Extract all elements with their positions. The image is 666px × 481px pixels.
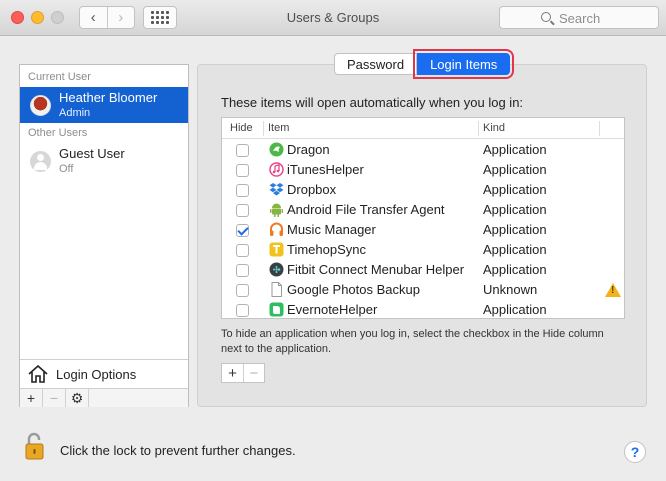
login-items-intro: These items will open automatically when… — [221, 95, 524, 110]
column-item[interactable]: Item — [268, 122, 289, 134]
search-placeholder: Search — [559, 11, 601, 26]
guest-avatar-icon — [30, 151, 51, 172]
dragon-icon — [269, 142, 284, 157]
item-name: Music Manager — [287, 222, 376, 237]
item-name: TimehopSync — [287, 242, 366, 257]
current-user-header: Current User — [28, 71, 91, 83]
lock-icon[interactable] — [24, 432, 46, 460]
search-icon — [541, 12, 551, 22]
add-user-button[interactable]: + — [20, 389, 43, 407]
user-name: Heather Bloomer — [59, 90, 158, 105]
warning-icon — [605, 283, 621, 297]
android-icon — [270, 203, 283, 217]
other-users-header: Other Users — [28, 127, 88, 139]
item-name: EvernoteHelper — [287, 302, 378, 317]
item-kind: Application — [483, 202, 547, 217]
table-row[interactable]: iTunesHelper Application — [222, 160, 624, 180]
hide-checkbox[interactable] — [236, 264, 249, 277]
item-kind: Application — [483, 222, 547, 237]
hide-instructions: To hide an application when you log in, … — [221, 328, 604, 355]
hide-checkbox[interactable] — [236, 284, 249, 297]
user-name: Guest User — [59, 146, 125, 161]
hide-checkbox[interactable] — [236, 144, 249, 157]
tab-login-items[interactable]: Login Items — [413, 49, 515, 79]
hide-checkbox[interactable] — [236, 224, 249, 237]
dropbox-icon — [269, 183, 284, 196]
item-kind: Unknown — [483, 282, 538, 297]
tab-control: Password Login Items — [334, 49, 515, 79]
item-name: Dropbox — [287, 182, 337, 197]
login-items-table: Hide Item Kind Dragon Application iTunes… — [221, 117, 625, 319]
item-kind: Application — [483, 162, 547, 177]
table-row[interactable]: Android File Transfer Agent Application — [222, 200, 624, 220]
login-options-label: Login Options — [56, 367, 137, 382]
table-row[interactable]: Google Photos Backup Unknown — [222, 280, 624, 300]
table-row[interactable]: Dragon Application — [222, 140, 624, 160]
hide-checkbox[interactable] — [236, 204, 249, 217]
timehop-icon — [269, 242, 284, 257]
item-kind: Application — [483, 302, 547, 317]
item-name: Fitbit Connect Menubar Helper — [287, 262, 465, 277]
user-row-guest-user[interactable]: Guest User Off — [20, 143, 188, 179]
item-kind: Application — [483, 262, 547, 277]
user-row-heather-bloomer[interactable]: Heather Bloomer Admin — [20, 87, 188, 123]
sidebar-toolbar: + − ⚙ — [20, 388, 188, 407]
column-hide[interactable]: Hide — [230, 122, 253, 134]
hide-checkbox[interactable] — [236, 304, 249, 317]
item-name: Android File Transfer Agent — [287, 202, 445, 217]
table-row[interactable]: Dropbox Application — [222, 180, 624, 200]
item-kind: Application — [483, 242, 547, 257]
evernote-icon — [269, 302, 284, 317]
column-kind[interactable]: Kind — [483, 122, 505, 134]
title-bar: ‹ › Users & Groups Search — [0, 0, 666, 36]
remove-login-item-button[interactable]: − — [243, 364, 264, 382]
login-items-toolbar: + − — [221, 363, 265, 383]
fitbit-icon — [269, 262, 284, 277]
item-kind: Application — [483, 182, 547, 197]
user-list-sidebar: Current User Heather Bloomer Admin Other… — [19, 64, 189, 407]
table-row[interactable]: EvernoteHelper Application — [222, 300, 624, 320]
item-kind: Application — [483, 142, 547, 157]
remove-user-button[interactable]: − — [43, 389, 66, 407]
hide-checkbox[interactable] — [236, 184, 249, 197]
item-name: Dragon — [287, 142, 330, 157]
avatar — [30, 95, 51, 116]
itunes-icon — [269, 162, 284, 177]
gear-icon[interactable]: ⚙ — [66, 389, 89, 407]
table-row[interactable]: TimehopSync Application — [222, 240, 624, 260]
lock-message: Click the lock to prevent further change… — [60, 443, 296, 458]
hide-checkbox[interactable] — [236, 244, 249, 257]
house-icon — [28, 365, 48, 383]
item-name: Google Photos Backup — [287, 282, 420, 297]
document-icon — [271, 282, 282, 297]
search-field[interactable]: Search — [499, 6, 659, 29]
add-login-item-button[interactable]: + — [222, 364, 243, 382]
users-groups-window: ‹ › Users & Groups Search Current User H… — [0, 0, 666, 481]
user-status: Off — [59, 163, 74, 175]
table-row[interactable]: Music Manager Application — [222, 220, 624, 240]
table-row[interactable]: Fitbit Connect Menubar Helper Applicatio… — [222, 260, 624, 280]
user-role: Admin — [59, 107, 91, 119]
hide-checkbox[interactable] — [236, 164, 249, 177]
table-header: Hide Item Kind — [222, 118, 624, 139]
login-options-item[interactable]: Login Options — [20, 359, 188, 388]
help-button[interactable]: ? — [624, 441, 646, 463]
headphones-icon — [270, 222, 283, 236]
item-name: iTunesHelper — [287, 162, 364, 177]
tab-password[interactable]: Password — [334, 53, 418, 75]
